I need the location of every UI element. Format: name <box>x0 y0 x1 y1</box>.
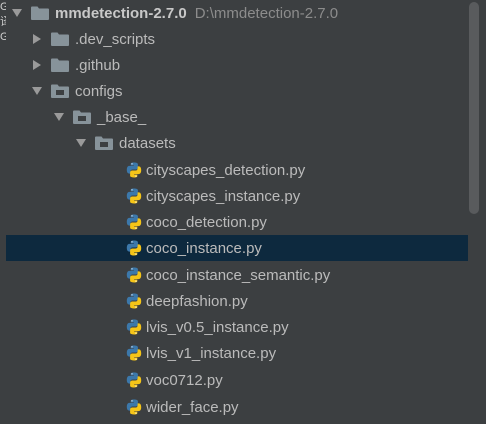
file-name: cityscapes_detection.py <box>146 161 306 179</box>
tree-item-label: .github <box>75 56 121 74</box>
python-file-icon <box>126 345 142 361</box>
file-name: coco_detection.py <box>146 213 267 231</box>
file-name: cityscapes_instance.py <box>146 187 301 205</box>
file-name: coco_instance_semantic.py <box>146 266 331 284</box>
file-name: deepfashion.py <box>146 292 248 310</box>
tree-item-file[interactable]: deepfashion.py <box>6 288 468 314</box>
vertical-scrollbar[interactable] <box>468 0 486 424</box>
tree-item-file[interactable]: coco_instance_semantic.py <box>6 262 468 288</box>
tree-item-label: _base_ <box>97 108 147 126</box>
chevron-down-icon[interactable] <box>76 138 86 148</box>
folder-icon <box>51 32 69 46</box>
tree-item-label: .dev_scripts <box>75 30 156 48</box>
python-file-icon <box>126 319 142 335</box>
tree-item-base[interactable]: _base_ <box>6 104 468 130</box>
tree-item-file[interactable]: cityscapes_instance.py <box>6 183 468 209</box>
project-name: mmdetection-2.7.0 <box>55 4 187 22</box>
tree-item-file[interactable]: wider_face.py <box>6 394 468 420</box>
tree-item-file-selected[interactable]: coco_instance.py <box>6 235 468 261</box>
python-file-icon <box>126 214 142 230</box>
tree-item-dev-scripts[interactable]: .dev_scripts <box>6 26 468 52</box>
chevron-down-icon[interactable] <box>12 8 22 18</box>
tree-item-configs[interactable]: configs <box>6 78 468 104</box>
tree-item-label: configs <box>75 82 123 100</box>
python-file-icon <box>126 399 142 415</box>
tree-item-file[interactable]: lvis_v1_instance.py <box>6 340 468 366</box>
file-name: coco_instance.py <box>146 239 262 257</box>
project-tree: mmdetection-2.7.0 D:\mmdetection-2.7.0 .… <box>6 0 468 424</box>
python-file-icon <box>126 293 142 309</box>
tree-item-label: datasets <box>119 134 176 152</box>
tree-item-file[interactable]: coco_detection.py <box>6 209 468 235</box>
folder-icon <box>51 84 69 98</box>
python-file-icon <box>126 372 142 388</box>
file-name: lvis_v1_instance.py <box>146 344 277 362</box>
tree-item-file[interactable]: cityscapes_detection.py <box>6 157 468 183</box>
folder-icon <box>95 136 113 150</box>
file-name: voc0712.py <box>146 371 223 389</box>
chevron-right-icon[interactable] <box>32 34 42 44</box>
project-path: D:\mmdetection-2.7.0 <box>194 4 339 22</box>
python-file-icon <box>126 162 142 178</box>
chevron-down-icon[interactable] <box>54 112 64 122</box>
folder-icon <box>51 58 69 72</box>
tree-item-file[interactable]: lvis_v0.5_instance.py <box>6 314 468 340</box>
tree-item-root[interactable]: mmdetection-2.7.0 D:\mmdetection-2.7.0 <box>6 0 468 26</box>
file-name: wider_face.py <box>146 398 239 416</box>
tree-item-github[interactable]: .github <box>6 52 468 78</box>
chevron-right-icon[interactable] <box>32 60 42 70</box>
scrollbar-thumb[interactable] <box>469 2 479 214</box>
python-file-icon <box>126 188 142 204</box>
python-file-icon <box>126 240 142 256</box>
python-file-icon <box>126 267 142 283</box>
file-name: lvis_v0.5_instance.py <box>146 318 289 336</box>
tree-item-file[interactable]: voc0712.py <box>6 367 468 393</box>
tree-item-datasets[interactable]: datasets <box>6 130 468 156</box>
folder-icon <box>73 110 91 124</box>
chevron-down-icon[interactable] <box>32 86 42 96</box>
folder-icon <box>31 6 49 20</box>
